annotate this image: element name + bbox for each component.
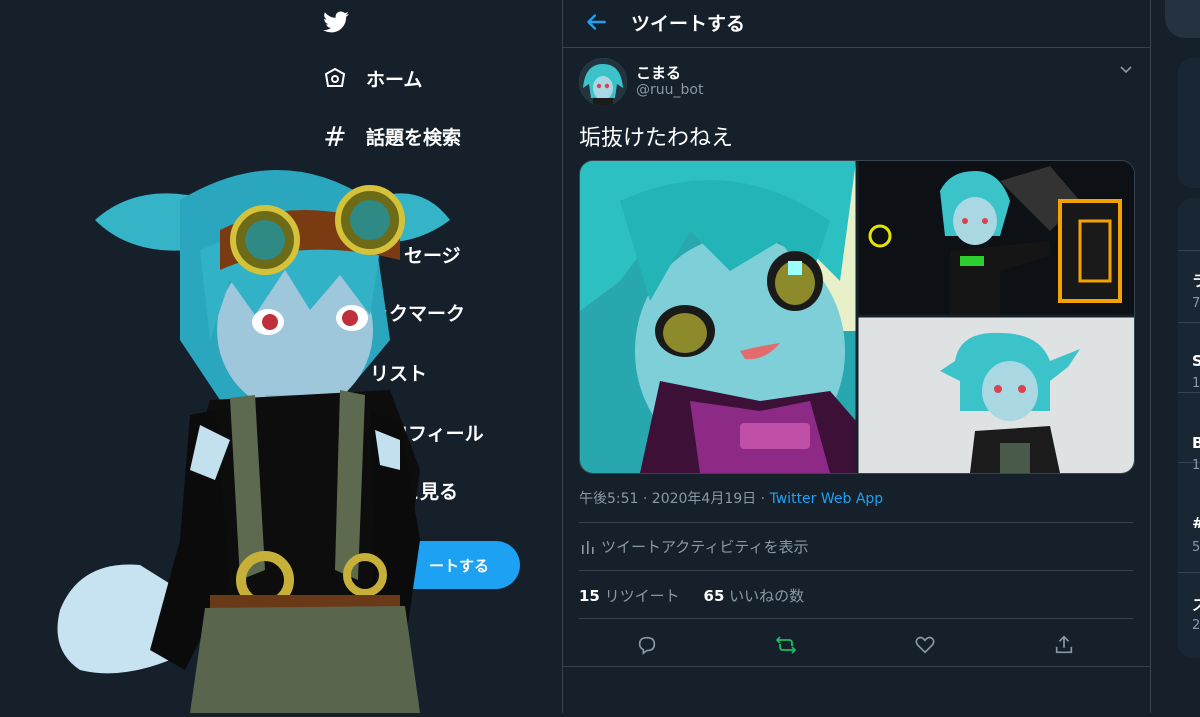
nav-label: ックマーク [370,302,466,325]
divider [1178,250,1200,251]
trend-title[interactable]: ラ [1192,270,1200,291]
twitter-logo-icon[interactable] [322,8,350,36]
right-panel-card [1178,58,1200,188]
trend-title[interactable]: S [1192,352,1200,370]
trend-title[interactable]: B [1192,434,1200,452]
user-handle[interactable]: @ruu_bot [636,82,703,98]
hashtag-icon: # [323,119,347,153]
nav-label: リスト [370,362,428,385]
tweet-actions [563,624,1150,666]
activity-label: ツイートアクティビティを表示 [601,538,809,556]
like-button[interactable] [904,624,946,666]
avatar[interactable] [579,58,627,106]
nav-item-home[interactable]: ホーム [320,58,422,98]
media-image-1[interactable] [580,161,856,473]
nav-item-explore[interactable]: # 話題を検索 [320,116,461,156]
source-app-link[interactable]: Twitter Web App [770,491,884,507]
share-icon [1055,635,1073,654]
home-icon [320,63,350,93]
page-title: ツイートする [631,13,746,35]
trend-sub: 1 [1192,458,1200,473]
tweet-detail-column: ツイートする こまる @ruu_bot 垢抜けたわねえ 午後5:51 · 202… [562,0,1151,713]
tweet-text: 垢抜けたわねえ [579,126,734,151]
timestamp-text[interactable]: 午後5:51 · 2020年4月19日 · [579,491,770,507]
nav-item-bookmarks[interactable]: ックマーク [370,292,465,332]
reply-icon [638,636,656,655]
nav-label: 話題を検索 [366,126,462,149]
nav-item-lists[interactable]: リスト [370,352,427,392]
retweet-count-link[interactable]: 15 リツイート [579,587,680,605]
like-count: 65 [703,587,725,605]
divider [579,618,1133,619]
nav-item-more[interactable]: っと見る [382,470,458,510]
media-image-3[interactable] [858,317,1134,473]
trend-title[interactable]: ス [1192,594,1200,615]
retweet-icon [776,636,796,654]
media-grid [579,160,1135,474]
nav-item-profile[interactable]: プロフィール [370,412,484,452]
header-bar: ツイートする [563,0,1150,48]
tweet-activity-link[interactable]: ツイートアクティビティを表示 [579,536,808,557]
mail-icon [370,239,404,269]
like-count-link[interactable]: 65 いいねの数 [704,587,805,605]
divider [579,570,1133,571]
nav-label: ホーム [366,68,423,91]
chevron-down-icon[interactable] [1119,62,1133,76]
bar-chart-icon [582,540,594,554]
like-label: いいねの数 [729,587,805,605]
back-arrow-icon[interactable] [583,9,609,35]
compose-tweet-button[interactable]: ートする [330,541,520,589]
divider [579,522,1133,523]
nav-label: プロフィール [370,422,484,445]
trends-card [1178,198,1200,658]
trend-sub: 2 [1192,618,1200,633]
divider [1178,322,1200,323]
divider [563,666,1150,667]
search-input[interactable] [1165,0,1200,38]
share-button[interactable] [1043,624,1085,666]
trend-sub: 1 [1192,376,1200,391]
reply-button[interactable] [626,624,668,666]
nav-item-messages[interactable]: セージ [370,234,461,274]
retweet-label: リツイート [604,587,680,605]
nav-label: っと見る [382,480,459,503]
trend-sub: 7 [1192,296,1200,311]
trend-sub: 5 [1192,540,1200,555]
tweet-stats: 15 リツイート 65 いいねの数 [579,585,804,606]
divider [1178,392,1200,393]
display-name[interactable]: こまる [636,62,681,83]
media-image-2[interactable] [858,161,1134,315]
retweet-count: 15 [579,587,600,605]
tweet-timestamp: 午後5:51 · 2020年4月19日 · Twitter Web App [579,488,883,508]
compose-tweet-label: ートする [428,556,489,575]
divider [1178,572,1200,573]
nav-label: セージ [404,244,461,267]
retweet-button[interactable] [765,624,807,666]
trend-title[interactable]: # [1192,514,1200,532]
heart-icon [915,636,935,654]
